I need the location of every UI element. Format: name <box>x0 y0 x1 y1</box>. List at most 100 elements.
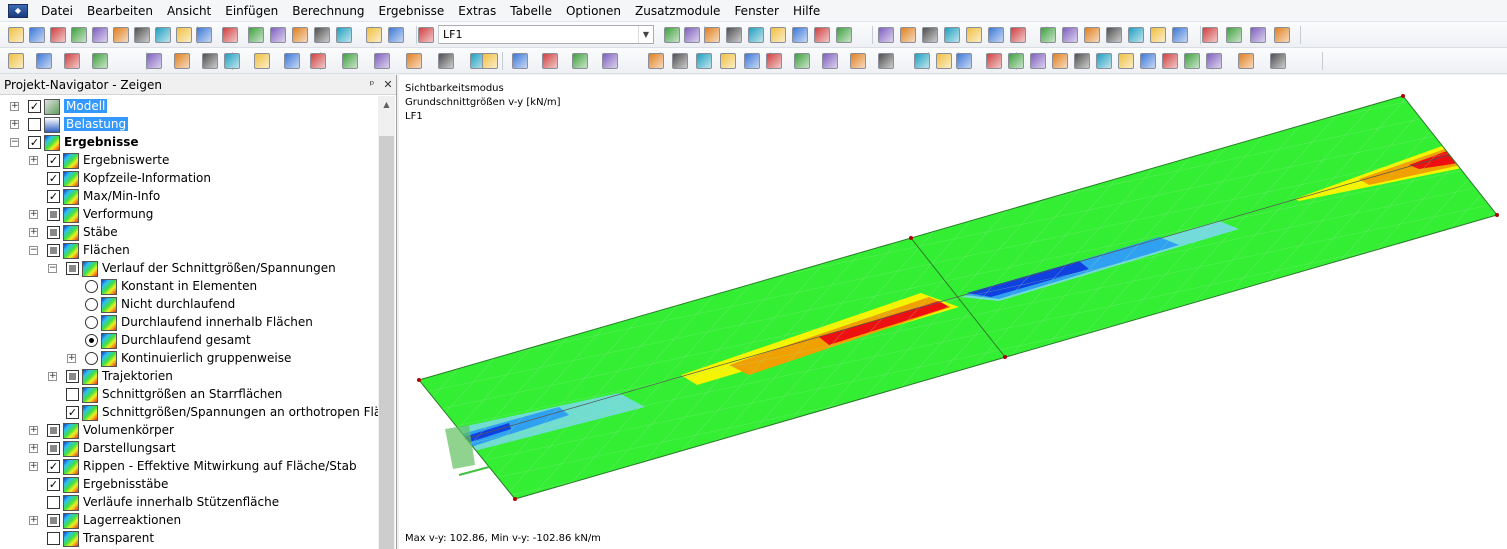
expand-icon[interactable]: + <box>29 426 38 435</box>
tree-item[interactable]: + Kontinuierlich gruppenweise <box>0 350 378 368</box>
tb2-tool-icon-7[interactable] <box>224 53 240 69</box>
tb2-tool-icon-44[interactable] <box>1206 53 1222 69</box>
expand-icon[interactable]: + <box>29 462 38 471</box>
checkbox[interactable] <box>47 226 60 239</box>
tb2-tool-icon-29[interactable] <box>850 53 866 69</box>
expand-icon[interactable]: + <box>48 372 57 381</box>
tb1-tool-icon-0[interactable] <box>8 27 24 43</box>
scroll-up-icon[interactable]: ▲ <box>378 96 395 113</box>
checkbox[interactable] <box>47 514 60 527</box>
tb2-tool-icon-37[interactable] <box>1052 53 1068 69</box>
tb1-tool-icon-30[interactable] <box>922 27 938 43</box>
tb1-tool-icon-26[interactable] <box>814 27 830 43</box>
tb1-tool-icon-25[interactable] <box>792 27 808 43</box>
tree-item[interactable]: Durchlaufend gesamt <box>0 332 378 350</box>
graphics-viewport[interactable]: Sichtbarkeitsmodus Grundschnittgrößen v-… <box>399 75 1507 549</box>
tb1-tool-icon-42[interactable] <box>1202 27 1218 43</box>
tree-item[interactable]: ✓ Ergebnisstäbe <box>0 476 378 494</box>
tree-item[interactable]: + ✓ Ergebniswerte <box>0 152 378 170</box>
tb1-tool-icon-33[interactable] <box>988 27 1004 43</box>
tb1-tool-icon-9[interactable] <box>196 27 212 43</box>
tb1-tool-icon-16[interactable] <box>366 27 382 43</box>
tb2-tool-icon-38[interactable] <box>1074 53 1090 69</box>
tree-item[interactable]: + ✓ Rippen - Effektive Mitwirkung auf Fläc… <box>0 458 378 476</box>
checkbox[interactable]: ✓ <box>47 190 60 203</box>
tb1-tool-icon-28[interactable] <box>878 27 894 43</box>
tb1-tool-icon-7[interactable] <box>155 27 171 43</box>
tree-item[interactable]: ✓ Schnittgrößen/Spannungen an orthotropen… <box>0 404 378 422</box>
tb2-tool-icon-8[interactable] <box>254 53 270 69</box>
tb2-tool-icon-23[interactable] <box>696 53 712 69</box>
tb2-tool-icon-42[interactable] <box>1162 53 1178 69</box>
checkbox[interactable]: ✓ <box>66 406 79 419</box>
tb2-tool-icon-46[interactable] <box>1270 53 1286 69</box>
tree-item[interactable]: + Darstellungsart <box>0 440 378 458</box>
close-icon[interactable]: ✕ <box>380 78 396 91</box>
tb1-tool-icon-23[interactable] <box>748 27 764 43</box>
menu-item-3[interactable]: Einfügen <box>218 0 285 22</box>
tb2-tool-icon-11[interactable] <box>342 53 358 69</box>
tree-item[interactable]: Durchlaufend innerhalb Flächen <box>0 314 378 332</box>
tb2-tool-icon-25[interactable] <box>744 53 760 69</box>
load-case-combo[interactable]: LF1 ▼ <box>438 25 654 44</box>
expand-icon[interactable]: + <box>29 228 38 237</box>
checkbox[interactable]: ✓ <box>28 100 41 113</box>
tb1-tool-icon-8[interactable] <box>176 27 192 43</box>
menu-item-6[interactable]: Extras <box>451 0 503 22</box>
tb2-tool-icon-45[interactable] <box>1238 53 1254 69</box>
tb2-tool-icon-34[interactable] <box>986 53 1002 69</box>
tb1-tool-icon-11[interactable] <box>248 27 264 43</box>
tree-item[interactable]: + Lagerreaktionen <box>0 512 378 530</box>
tree-item[interactable]: Konstant in Elementen <box>0 278 378 296</box>
tb2-tool-icon-36[interactable] <box>1030 53 1046 69</box>
menu-item-1[interactable]: Bearbeiten <box>80 0 160 22</box>
tb1-tool-icon-40[interactable] <box>1150 27 1166 43</box>
tb1-tool-icon-39[interactable] <box>1128 27 1144 43</box>
collapse-icon[interactable]: − <box>48 264 57 273</box>
tb2-tool-icon-27[interactable] <box>794 53 810 69</box>
tb1-tool-icon-6[interactable] <box>134 27 150 43</box>
tree-item[interactable]: Verläufe innerhalb Stützenfläche <box>0 494 378 512</box>
tb2-tool-icon-19[interactable] <box>572 53 588 69</box>
tree-item[interactable]: Transparent <box>0 530 378 548</box>
checkbox[interactable] <box>47 208 60 221</box>
tb1-tool-icon-29[interactable] <box>900 27 916 43</box>
radio-button[interactable] <box>85 316 98 329</box>
checkbox[interactable] <box>47 244 60 257</box>
checkbox[interactable]: ✓ <box>47 172 60 185</box>
tb2-tool-icon-12[interactable] <box>374 53 390 69</box>
pin-icon[interactable]: ᵖ <box>364 78 380 91</box>
tb1-tool-icon-22[interactable] <box>726 27 742 43</box>
expand-icon[interactable]: + <box>29 210 38 219</box>
tb1-tool-icon-35[interactable] <box>1040 27 1056 43</box>
tb2-tool-icon-40[interactable] <box>1118 53 1134 69</box>
chevron-down-icon[interactable]: ▼ <box>638 26 653 43</box>
tb2-tool-icon-2[interactable] <box>64 53 80 69</box>
tb1-tool-icon-13[interactable] <box>292 27 308 43</box>
tb1-tool-icon-18[interactable] <box>418 27 434 43</box>
tb1-tool-icon-27[interactable] <box>836 27 852 43</box>
tb1-tool-icon-19[interactable] <box>664 27 680 43</box>
checkbox[interactable]: ✓ <box>28 136 41 149</box>
tb2-tool-icon-1[interactable] <box>36 53 52 69</box>
tb2-tool-icon-9[interactable] <box>284 53 300 69</box>
checkbox[interactable] <box>47 424 60 437</box>
tree-item[interactable]: + Volumenkörper <box>0 422 378 440</box>
menu-item-7[interactable]: Tabelle <box>503 0 559 22</box>
tb2-tool-icon-10[interactable] <box>310 53 326 69</box>
tb2-tool-icon-20[interactable] <box>602 53 618 69</box>
tb2-tool-icon-30[interactable] <box>878 53 894 69</box>
tb2-tool-icon-39[interactable] <box>1096 53 1112 69</box>
tb1-tool-icon-5[interactable] <box>113 27 129 43</box>
expand-icon[interactable]: + <box>29 516 38 525</box>
checkbox[interactable] <box>47 532 60 545</box>
tree-item[interactable]: + Stäbe <box>0 224 378 242</box>
tb1-tool-icon-45[interactable] <box>1274 27 1290 43</box>
tree-item[interactable]: Schnittgrößen an Starrflächen <box>0 386 378 404</box>
tb2-tool-icon-28[interactable] <box>822 53 838 69</box>
radio-button[interactable] <box>85 334 98 347</box>
expand-icon[interactable]: + <box>67 354 76 363</box>
tb2-tool-icon-4[interactable] <box>146 53 162 69</box>
tree-item[interactable]: ✓ Kopfzeile-Information <box>0 170 378 188</box>
checkbox[interactable] <box>66 388 79 401</box>
